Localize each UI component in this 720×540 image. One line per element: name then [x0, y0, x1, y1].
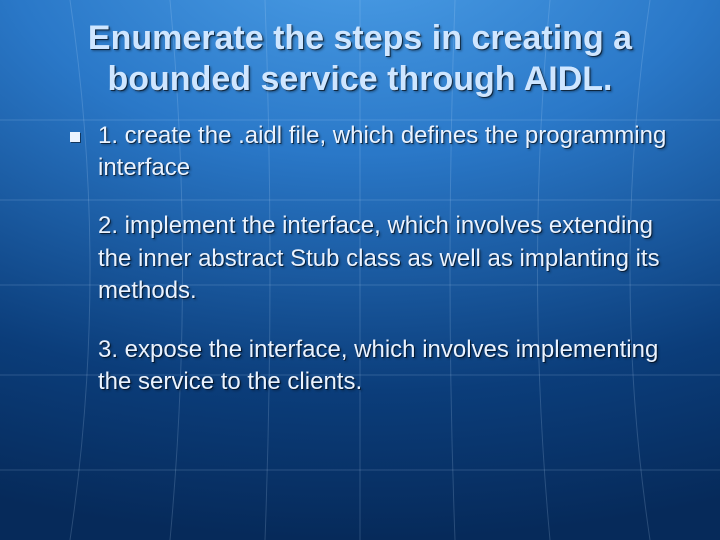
step-2-text: 2. implement the interface, which involv…: [98, 210, 672, 307]
slide-body: 1. create the .aidl file, which defines …: [0, 108, 720, 399]
bullet-item: 1. create the .aidl file, which defines …: [70, 120, 672, 399]
step-1-text: 1. create the .aidl file, which defines …: [98, 120, 672, 185]
slide-title: Enumerate the steps in creating a bounde…: [0, 0, 720, 108]
bullet-text: 1. create the .aidl file, which defines …: [98, 120, 672, 399]
bullet-marker-icon: [70, 132, 80, 142]
step-3-text: 3. expose the interface, which involves …: [98, 334, 672, 399]
slide: Enumerate the steps in creating a bounde…: [0, 0, 720, 540]
